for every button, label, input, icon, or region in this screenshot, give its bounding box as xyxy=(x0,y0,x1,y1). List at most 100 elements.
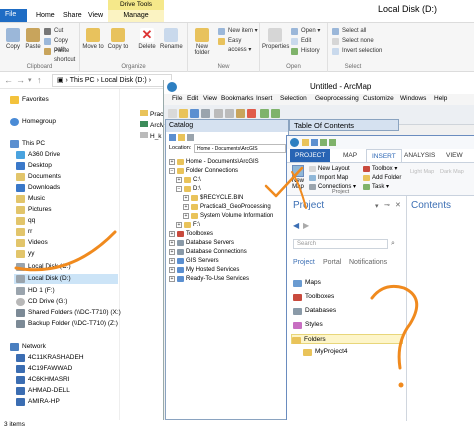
nav-network-pc-1[interactable]: 4C11KRASHADEH xyxy=(14,353,84,363)
pane-pin-icon[interactable]: ⊸ xyxy=(384,201,390,209)
nav-network-pc-2[interactable]: 4C19FAWWAD xyxy=(14,364,72,374)
copy-to-button[interactable]: Copy to xyxy=(107,28,129,50)
back-icon[interactable] xyxy=(169,134,176,141)
nav-videos[interactable]: Videos xyxy=(14,238,48,248)
new-item-button[interactable]: New item ▾ xyxy=(218,27,258,36)
tree-f-drive[interactable]: + F:\ xyxy=(176,221,200,229)
undo-icon[interactable] xyxy=(260,109,269,118)
copy-button[interactable]: Copy xyxy=(2,28,24,50)
nav-network-pc-3[interactable]: 4C6KHMASRI xyxy=(14,375,70,385)
up-arrow-icon[interactable]: ↑ xyxy=(37,75,42,85)
redo-icon[interactable] xyxy=(329,139,336,146)
nav-documents[interactable]: Documents xyxy=(14,172,61,182)
tree-database-connections[interactable]: + Database Connections xyxy=(169,248,247,256)
open-icon[interactable] xyxy=(179,109,188,118)
move-to-button[interactable]: Move to xyxy=(82,28,104,50)
undo-icon[interactable] xyxy=(320,139,327,146)
nav-yy[interactable]: yy xyxy=(14,249,35,259)
project-item-folders[interactable]: Folders xyxy=(291,334,403,344)
nav-favorites[interactable]: Favorites xyxy=(8,95,49,105)
pane-menu-chevron-icon[interactable]: ▾ xyxy=(375,202,379,210)
copy-path-button[interactable]: Copy path xyxy=(44,37,79,53)
subtab-portal[interactable]: Portal xyxy=(323,259,341,266)
properties-button[interactable]: Properties xyxy=(262,28,289,50)
cut-button[interactable]: Cut xyxy=(44,27,63,36)
tree-d-drive[interactable]: − D:\ xyxy=(176,185,201,193)
subtab-project[interactable]: Project xyxy=(293,259,315,266)
search-icon[interactable]: ⌕ xyxy=(391,240,395,248)
tree-recycle-bin[interactable]: + $RECYCLE.BIN xyxy=(183,194,243,202)
nav-hd1-f[interactable]: HD 1 (F:) xyxy=(14,286,55,296)
cut-icon[interactable] xyxy=(214,109,223,118)
tab-manage[interactable]: Manage xyxy=(108,10,164,22)
import-map-button[interactable]: Import Map xyxy=(309,174,348,182)
open-project-icon[interactable] xyxy=(302,139,309,146)
nav-music[interactable]: Music xyxy=(14,194,45,204)
connect-folder-icon[interactable] xyxy=(187,134,194,141)
recent-chevron-icon[interactable]: ▾ xyxy=(28,76,32,84)
project-item-toolboxes[interactable]: Toolboxes xyxy=(293,292,334,302)
nav-local-disk-c[interactable]: Local Disk (C:) xyxy=(14,262,71,272)
tab-insert[interactable]: INSERT xyxy=(366,149,402,162)
tree-c-drive[interactable]: + C:\ xyxy=(176,176,201,184)
tree-database-servers[interactable]: + Database Servers xyxy=(169,239,234,247)
nav-network-pc-5[interactable]: AMIRA-HP xyxy=(14,397,60,407)
nav-rr[interactable]: rr xyxy=(14,227,32,237)
new-doc-icon[interactable] xyxy=(168,109,177,118)
print-icon[interactable] xyxy=(201,109,210,118)
breadcrumb-local-disk[interactable]: Local Disk (D:) xyxy=(101,77,147,84)
tree-toolboxes[interactable]: + Toolboxes xyxy=(169,230,213,238)
nav-cd-drive-g[interactable]: CD Drive (G:) xyxy=(14,297,67,307)
select-none-button[interactable]: Select none xyxy=(332,37,374,46)
menu-geoprocessing[interactable]: Geoprocessing xyxy=(315,95,359,102)
history-button[interactable]: History xyxy=(291,47,320,56)
nav-a360[interactable]: A360 Drive xyxy=(14,150,60,160)
nav-qq[interactable]: qq xyxy=(14,216,35,226)
menu-view[interactable]: View xyxy=(203,95,217,102)
project-search-input[interactable]: Search xyxy=(293,239,388,249)
toolbox-button[interactable]: Toolbox ▾ xyxy=(363,165,397,173)
paste-shortcut-button[interactable]: Paste shortcut xyxy=(44,47,79,63)
new-layout-button[interactable]: New Layout xyxy=(309,165,350,173)
task-button[interactable]: Task ▾ xyxy=(363,183,389,191)
project-item-maps[interactable]: Maps xyxy=(293,278,321,288)
nav-this-pc[interactable]: This PC xyxy=(8,139,45,149)
nav-pictures[interactable]: Pictures xyxy=(14,205,51,215)
easy-access-button[interactable]: Easy access ▾ xyxy=(218,37,259,53)
menu-customize[interactable]: Customize xyxy=(363,95,394,102)
new-folder-button[interactable]: New folder xyxy=(190,28,214,56)
rename-button[interactable]: Rename xyxy=(160,28,183,50)
tab-home[interactable]: Home xyxy=(31,10,60,22)
menu-windows[interactable]: Windows xyxy=(400,95,426,102)
tree-gis-servers[interactable]: + GIS Servers xyxy=(169,257,219,265)
address-input[interactable]: ▣ › This PC › Local Disk (D:) › xyxy=(52,74,172,87)
tree-ready-to-use[interactable]: + Ready-To-Use Services xyxy=(169,275,249,283)
tree-home[interactable]: + Home - Documents\ArcGIS xyxy=(169,158,259,166)
menu-file[interactable]: File xyxy=(172,95,182,102)
breadcrumb-this-pc[interactable]: This PC xyxy=(70,77,95,84)
tab-analysis[interactable]: ANALYSIS xyxy=(399,149,440,162)
delete-icon[interactable] xyxy=(247,109,256,118)
save-project-icon[interactable] xyxy=(311,139,318,146)
redo-icon[interactable] xyxy=(271,109,280,118)
nav-local-disk-d[interactable]: Local Disk (D:) xyxy=(14,274,118,284)
new-map-button[interactable]: New Map xyxy=(290,165,306,190)
select-all-button[interactable]: Select all xyxy=(332,27,366,36)
paste-icon[interactable] xyxy=(236,109,245,118)
menu-selection[interactable]: Selection xyxy=(280,95,307,102)
project-item-styles[interactable]: Styles xyxy=(293,320,323,330)
delete-button[interactable]: ✕ Delete xyxy=(136,28,158,51)
paste-button[interactable]: Paste xyxy=(22,28,44,50)
file-item-fragment-1[interactable]: Prac xyxy=(140,110,163,118)
menu-insert[interactable]: Insert xyxy=(256,95,272,102)
menu-edit[interactable]: Edit xyxy=(187,95,198,102)
tab-view[interactable]: View xyxy=(83,10,108,22)
tab-file[interactable]: File xyxy=(0,9,27,22)
file-item-fragment-2[interactable]: ArcM xyxy=(140,121,165,129)
project-item-myproject4[interactable]: MyProject4 xyxy=(303,347,348,357)
file-item-fragment-3[interactable]: H_k xyxy=(140,132,162,140)
tab-map[interactable]: MAP xyxy=(338,149,362,162)
back-arrow-icon[interactable]: ◀ xyxy=(293,221,299,230)
menu-bookmarks[interactable]: Bookmarks xyxy=(221,95,254,102)
tree-hosted-services[interactable]: + My Hosted Services xyxy=(169,266,239,274)
